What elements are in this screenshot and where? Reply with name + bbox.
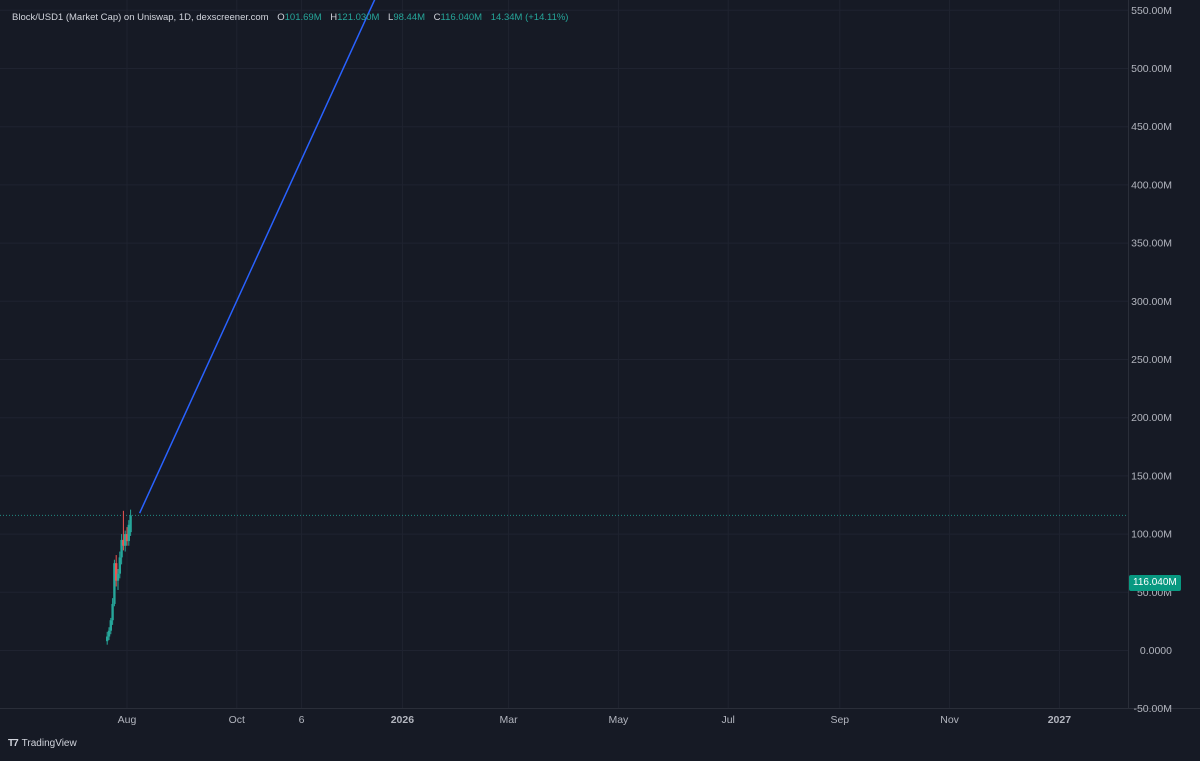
tradingview-brand[interactable]: T7 TradingView	[8, 738, 77, 749]
candle-body	[107, 630, 111, 637]
open-value: 101.69M	[284, 12, 322, 23]
x-tick-label: Jul	[721, 714, 734, 726]
y-tick-label: 100.00M	[1131, 529, 1172, 541]
y-tick-label: -50.00M	[1133, 703, 1172, 715]
y-tick-label: 500.00M	[1131, 63, 1172, 75]
y-tick-label: 150.00M	[1131, 470, 1172, 482]
x-tick-label: 2027	[1048, 714, 1072, 726]
price-axis: 1.10B1.050B1.00B950.00M900.00M850.00M800…	[1131, 5, 1172, 715]
y-tick-label: 300.00M	[1131, 296, 1172, 308]
grid-layer	[0, 0, 1200, 709]
y-tick-label: 550.00M	[1131, 5, 1172, 17]
low-value: 98.44M	[393, 12, 426, 23]
candle-body	[116, 573, 120, 581]
candle-body	[129, 515, 132, 533]
x-tick-label: May	[608, 714, 629, 726]
close-value: 116.040M	[440, 12, 483, 23]
candle-body	[109, 620, 112, 631]
time-axis: Aug Oct 6 2026 Mar May Jul Sep Nov 2027	[118, 714, 1072, 726]
annotation-arrow-line	[138, 0, 376, 514]
chart-area[interactable]: 1.10B1.050B1.00B950.00M900.00M850.00M800…	[0, 0, 1200, 756]
candle-body	[106, 636, 109, 642]
y-tick-label: 450.00M	[1131, 121, 1172, 133]
chart-svg: 1.10B1.050B1.00B950.00M900.00M850.00M800…	[0, 0, 1200, 726]
symbol-title: Block/USD1 (Market Cap) on Uniswap, 1D, …	[12, 12, 269, 23]
candle-layer	[106, 509, 132, 645]
last-price-tag: 116.040M	[1129, 575, 1181, 591]
x-tick-label: 6	[299, 714, 305, 726]
x-tick-label: 2026	[391, 714, 415, 726]
x-tick-label: Oct	[229, 714, 245, 726]
x-tick-label: Nov	[940, 714, 959, 726]
tradingview-logo-icon: T7	[8, 738, 19, 749]
brand-name: TradingView	[21, 738, 77, 749]
open-label: O	[277, 12, 285, 23]
y-tick-label: 350.00M	[1131, 238, 1172, 250]
arrow-layer	[138, 0, 376, 514]
y-tick-label: 400.00M	[1131, 179, 1172, 191]
y-tick-label: 0.0000	[1140, 645, 1172, 657]
chart-legend: Block/USD1 (Market Cap) on Uniswap, 1D, …	[12, 12, 568, 23]
change-value: 14.34M (+14.11%)	[490, 12, 569, 23]
candle-body	[118, 557, 121, 574]
candle-body	[111, 603, 114, 621]
y-tick-label: 200.00M	[1131, 412, 1172, 424]
high-value: 121.030M	[337, 12, 380, 23]
close-label: C	[433, 12, 441, 23]
x-tick-label: Aug	[118, 714, 137, 726]
y-tick-label: 250.00M	[1131, 354, 1172, 366]
x-tick-label: Sep	[830, 714, 849, 726]
x-tick-label: Mar	[500, 714, 519, 726]
